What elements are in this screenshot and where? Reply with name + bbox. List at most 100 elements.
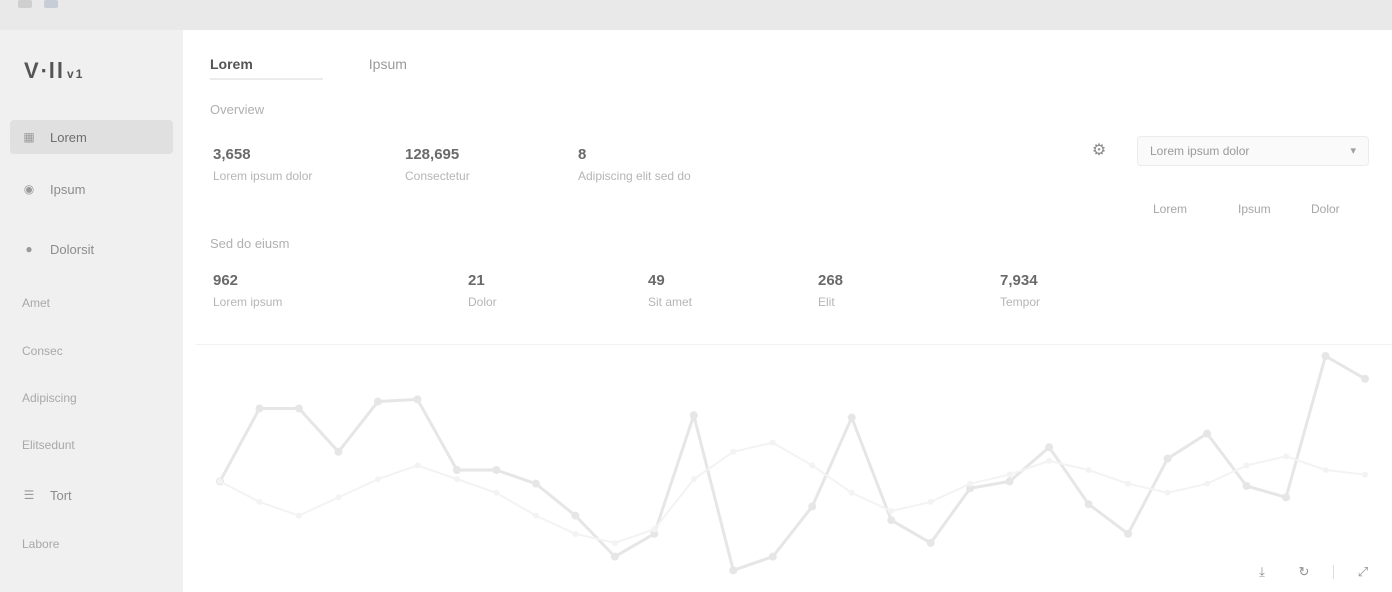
data-point[interactable] <box>610 552 619 561</box>
data-point[interactable] <box>571 511 580 520</box>
data-point[interactable] <box>255 404 264 413</box>
data-point[interactable] <box>335 494 342 501</box>
data-point[interactable] <box>689 411 698 420</box>
kpi-value: 49 <box>648 272 665 289</box>
data-point[interactable] <box>452 466 461 474</box>
sidebar: V∙ll v1 ▦ Lorem ◉ Ipsum ● Dolorsit Amet C… <box>0 30 183 592</box>
sidebar-item-4[interactable]: Consec <box>10 334 173 368</box>
range-option-0[interactable]: Lorem <box>1153 202 1187 216</box>
sidebar-item-6[interactable]: Elitsedunt <box>10 428 173 462</box>
data-point[interactable] <box>493 489 500 496</box>
data-point[interactable] <box>294 404 303 413</box>
data-point[interactable] <box>1163 454 1172 463</box>
kpi-value: 7,934 <box>1000 272 1038 289</box>
data-point[interactable] <box>768 552 777 561</box>
range-option-1[interactable]: Ipsum <box>1238 202 1271 216</box>
circle-icon: ◉ <box>23 182 35 196</box>
filter-select[interactable]: Lorem ipsum dolor ▾ <box>1137 136 1369 166</box>
series-line-1 <box>219 441 1366 544</box>
data-point[interactable] <box>1085 467 1092 473</box>
data-point[interactable] <box>1322 467 1329 473</box>
divider <box>196 344 1392 345</box>
data-point[interactable] <box>927 498 934 505</box>
data-point[interactable] <box>729 566 738 575</box>
kpi-value: 8 <box>578 146 587 163</box>
data-point[interactable] <box>1203 429 1212 438</box>
expand-icon[interactable]: ⤢ <box>1355 564 1371 580</box>
data-point[interactable] <box>809 462 816 469</box>
data-point[interactable] <box>1164 489 1171 496</box>
data-point[interactable] <box>1321 352 1330 360</box>
data-point[interactable] <box>808 502 817 511</box>
data-point[interactable] <box>373 397 382 406</box>
badge-icon[interactable] <box>44 0 58 8</box>
data-point[interactable] <box>1282 493 1291 502</box>
window-titlebar <box>0 0 1392 30</box>
download-icon[interactable]: ⤓ <box>1254 564 1270 580</box>
data-point[interactable] <box>1006 471 1013 478</box>
data-point[interactable] <box>1243 462 1250 469</box>
chevron-down-icon: ▾ <box>1350 145 1356 157</box>
data-point[interactable] <box>967 480 974 487</box>
data-point[interactable] <box>414 462 421 469</box>
grid-icon: ▦ <box>23 130 35 144</box>
kpi-label: Lorem ipsum dolor <box>213 169 313 183</box>
data-point[interactable] <box>1362 471 1368 478</box>
data-point[interactable] <box>1283 453 1290 460</box>
data-point[interactable] <box>453 476 460 483</box>
data-point[interactable] <box>848 489 855 496</box>
data-point[interactable] <box>217 478 223 485</box>
sidebar-item-1[interactable]: ◉ Ipsum <box>10 172 173 206</box>
data-point[interactable] <box>1005 477 1014 486</box>
app-icon[interactable] <box>18 0 32 8</box>
data-point[interactable] <box>887 516 896 525</box>
globe-icon: ● <box>25 242 33 256</box>
data-point[interactable] <box>730 448 737 455</box>
kpi-label: Sit amet <box>648 295 693 309</box>
data-point[interactable] <box>1046 457 1053 464</box>
data-point[interactable] <box>413 395 422 404</box>
data-point[interactable] <box>532 512 539 519</box>
data-point[interactable] <box>492 466 501 474</box>
overview-label: Overview <box>210 102 265 117</box>
logo[interactable]: V∙ll v1 <box>24 58 84 84</box>
data-point[interactable] <box>611 539 618 546</box>
data-point[interactable] <box>572 530 579 537</box>
data-point[interactable] <box>769 439 776 446</box>
sidebar-item-label: Elitsedunt <box>22 438 75 452</box>
data-point[interactable] <box>651 526 658 533</box>
sidebar-item-7[interactable]: ☰ Tort <box>10 478 173 512</box>
data-point[interactable] <box>1084 500 1093 509</box>
data-point[interactable] <box>334 447 343 456</box>
logo-text: V∙ll <box>24 58 66 83</box>
main-panel: Lorem Ipsum Overview 3,658 Lorem ipsum d… <box>183 30 1392 592</box>
refresh-icon[interactable]: ↻ <box>1296 564 1312 580</box>
data-point[interactable] <box>1361 374 1369 383</box>
sidebar-item-5[interactable]: Adipiscing <box>10 381 173 415</box>
data-point[interactable] <box>1124 529 1133 538</box>
sidebar-item-8[interactable]: Labore <box>10 527 173 561</box>
data-point[interactable] <box>1242 481 1251 490</box>
data-point[interactable] <box>926 538 935 547</box>
data-point[interactable] <box>847 413 856 422</box>
sidebar-item-3[interactable]: Amet <box>10 286 173 320</box>
kpi-label: Dolor <box>468 295 497 309</box>
data-point[interactable] <box>1204 480 1211 487</box>
data-point[interactable] <box>256 498 263 505</box>
range-option-2[interactable]: Dolor <box>1311 202 1340 216</box>
data-point[interactable] <box>888 508 895 515</box>
kpi-label: Adipiscing elit sed do <box>578 169 691 183</box>
settings-icon[interactable]: ⚙ <box>1090 142 1108 160</box>
kpi-value: 268 <box>818 272 844 289</box>
data-point[interactable] <box>295 512 302 519</box>
sidebar-item-0[interactable]: ▦ Lorem <box>10 120 173 154</box>
data-point[interactable] <box>690 476 697 483</box>
data-point[interactable] <box>1125 480 1132 487</box>
data-point[interactable] <box>531 479 540 488</box>
logo-suffix: v1 <box>67 67 85 81</box>
data-point[interactable] <box>374 476 381 483</box>
sidebar-item-2[interactable]: ● Dolorsit <box>10 232 173 266</box>
tab-0[interactable]: Lorem <box>210 52 323 80</box>
data-point[interactable] <box>1045 443 1054 452</box>
tab-1[interactable]: Ipsum <box>369 52 407 80</box>
